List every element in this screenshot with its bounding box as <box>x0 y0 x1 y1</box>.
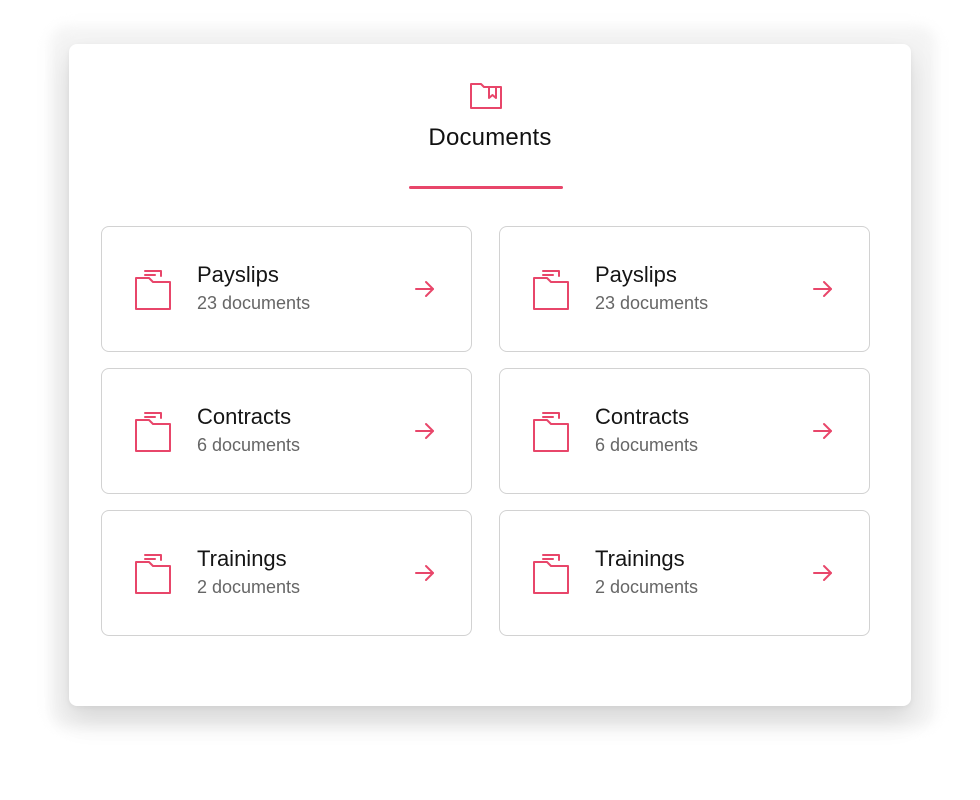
category-count: 23 documents <box>595 293 709 313</box>
category-name: Trainings <box>197 546 287 571</box>
arrow-right-icon[interactable] <box>414 279 436 299</box>
folder-icon <box>135 270 171 310</box>
category-count: 6 documents <box>595 435 699 455</box>
arrow-right-icon[interactable] <box>812 563 834 583</box>
folder-bookmark-icon <box>470 83 502 109</box>
category-card-contracts[interactable]: Contracts 6 documents <box>101 368 472 494</box>
category-card-payslips[interactable]: Payslips 23 documents <box>499 226 870 352</box>
folder-icon <box>533 554 569 594</box>
category-name: Contracts <box>197 404 292 429</box>
arrow-right-icon[interactable] <box>414 563 436 583</box>
category-name: Payslips <box>197 262 279 287</box>
title-underline <box>409 186 563 189</box>
arrow-right-icon[interactable] <box>812 421 834 441</box>
folder-icon <box>135 412 171 452</box>
category-name: Payslips <box>595 262 677 287</box>
arrow-right-icon[interactable] <box>812 279 834 299</box>
category-count: 2 documents <box>197 577 301 597</box>
category-count: 23 documents <box>197 293 311 313</box>
category-card-contracts[interactable]: Contracts 6 documents <box>499 368 870 494</box>
category-name: Trainings <box>595 546 685 571</box>
category-count: 6 documents <box>197 435 301 455</box>
folder-icon <box>135 554 171 594</box>
folder-icon <box>533 270 569 310</box>
page-title: Documents <box>428 124 552 151</box>
category-card-payslips[interactable]: Payslips 23 documents <box>101 226 472 352</box>
category-name: Contracts <box>595 404 690 429</box>
documents-panel: Documents Payslips 23 documents Payslips <box>69 44 911 706</box>
arrow-right-icon[interactable] <box>414 421 436 441</box>
category-count: 2 documents <box>595 577 699 597</box>
category-card-trainings[interactable]: Trainings 2 documents <box>101 510 472 636</box>
folder-icon <box>533 412 569 452</box>
category-card-trainings[interactable]: Trainings 2 documents <box>499 510 870 636</box>
category-grid: Payslips 23 documents Payslips 23 docume… <box>101 226 871 636</box>
